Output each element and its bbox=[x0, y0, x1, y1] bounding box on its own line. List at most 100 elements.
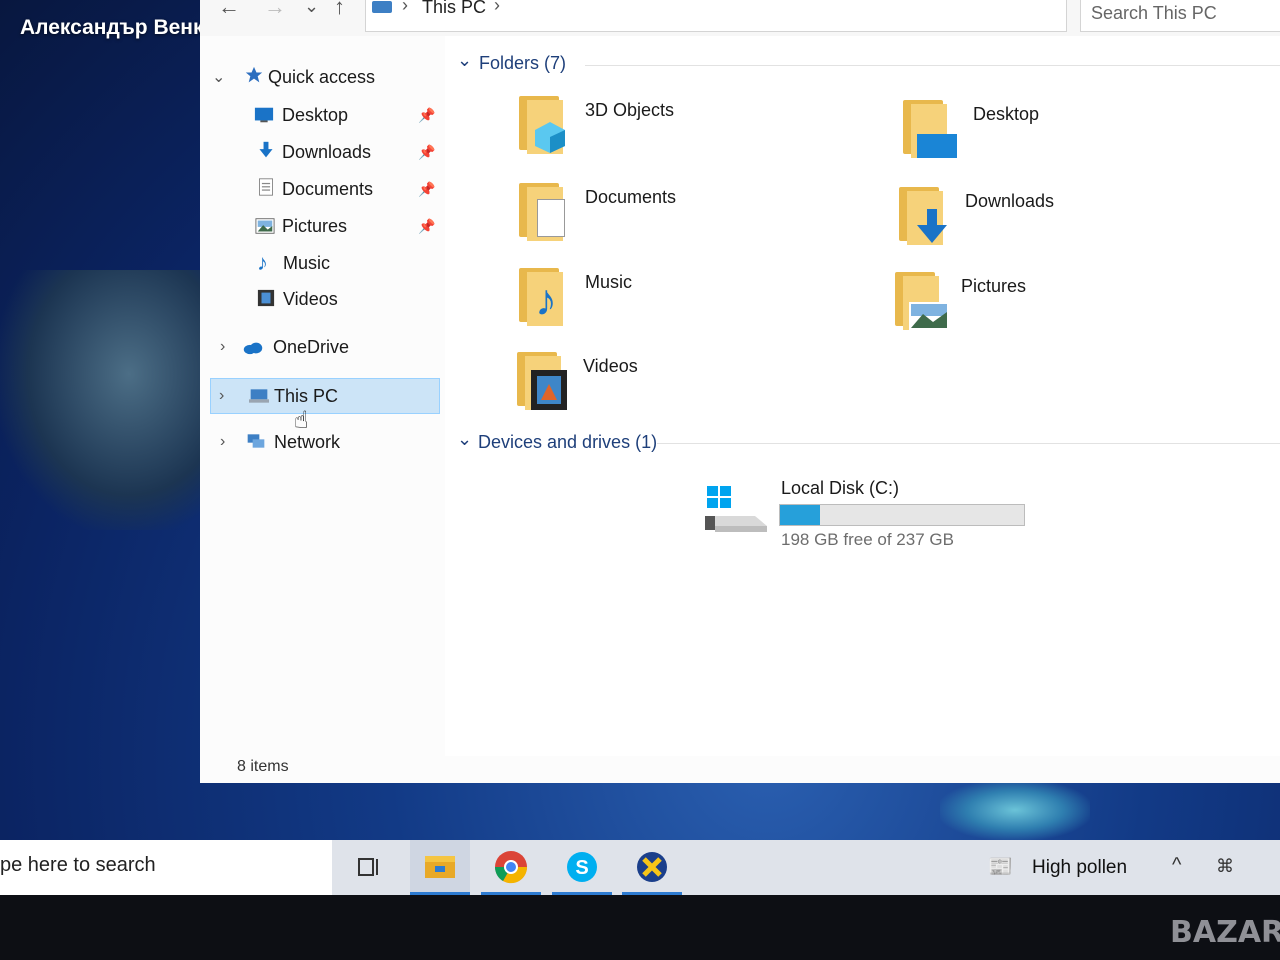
folder-label: Pictures bbox=[961, 276, 1027, 296]
file-explorer-window: ← → ⌄ ↑ › This PC › ⌄ ↻ Search This PC ⌄… bbox=[200, 0, 1280, 783]
folder-label: 3D Objects bbox=[585, 100, 675, 120]
breadcrumb-separator[interactable]: › bbox=[494, 0, 500, 16]
taskbar-search-box[interactable]: pe here to search bbox=[0, 840, 332, 895]
film-icon bbox=[257, 289, 275, 307]
this-pc-icon bbox=[372, 1, 392, 13]
chevron-right-icon[interactable]: › bbox=[220, 338, 225, 356]
search-placeholder: Search This PC bbox=[1091, 3, 1217, 23]
chevron-down-icon[interactable]: ⌄ bbox=[212, 67, 225, 87]
desktop-folder-icon bbox=[903, 100, 957, 158]
address-toolbar: ← → ⌄ ↑ › This PC › ⌄ ↻ Search This PC bbox=[200, 0, 1280, 37]
sidebar-item-onedrive[interactable]: › OneDrive bbox=[200, 330, 445, 364]
downloads-folder-icon bbox=[899, 187, 947, 245]
hard-drive-icon bbox=[705, 486, 767, 532]
section-divider bbox=[585, 65, 1280, 66]
svg-text:S: S bbox=[575, 857, 588, 879]
sidebar-item-label: Music bbox=[283, 252, 331, 273]
picture-icon bbox=[255, 218, 275, 234]
videos-folder-icon bbox=[517, 352, 567, 410]
sidebar-item-desktop[interactable]: Desktop 📌 bbox=[200, 98, 445, 132]
user-name-overlay: Александър Венков bbox=[20, 16, 229, 39]
breadcrumb-this-pc[interactable]: This PC bbox=[422, 0, 486, 18]
computer-icon bbox=[249, 389, 269, 403]
pin-icon: 📌 bbox=[418, 217, 436, 234]
network-icon bbox=[247, 434, 265, 448]
recent-locations-button[interactable]: ⌄ bbox=[304, 0, 319, 17]
drive-free-space: 198 GB free of 237 GB bbox=[781, 530, 954, 549]
devices-section-header[interactable]: Devices and drives (1) bbox=[478, 432, 657, 453]
sidebar-item-label: Desktop bbox=[282, 104, 349, 125]
folder-label: Documents bbox=[585, 187, 677, 207]
sidebar-item-label: Quick access bbox=[268, 66, 376, 87]
news-icon[interactable]: 📰 bbox=[988, 854, 1013, 879]
xming-taskbar-button[interactable] bbox=[622, 840, 682, 895]
sidebar-item-quick-access[interactable]: ⌄ Quick access bbox=[200, 60, 445, 94]
chrome-icon bbox=[494, 851, 528, 884]
folder-label: Desktop bbox=[973, 104, 1040, 124]
task-view-icon bbox=[358, 858, 378, 876]
up-button[interactable]: ↑ bbox=[334, 0, 345, 20]
sidebar-item-documents[interactable]: Documents 📌 bbox=[200, 172, 445, 206]
sidebar-item-label: Downloads bbox=[282, 141, 372, 162]
pin-icon: 📌 bbox=[418, 180, 436, 197]
item-count: 8 items bbox=[237, 758, 289, 775]
xming-icon bbox=[637, 852, 667, 882]
content-pane: ⌄ Folders (7) 3D Objects Desktop Documen… bbox=[445, 36, 1280, 756]
search-input[interactable]: Search This PC bbox=[1080, 0, 1280, 32]
chevron-down-icon[interactable]: ⌄ bbox=[457, 429, 472, 450]
star-icon bbox=[245, 66, 263, 83]
task-view-button[interactable] bbox=[338, 840, 398, 895]
sidebar-item-network[interactable]: › Network bbox=[200, 425, 445, 459]
pictures-folder-icon bbox=[895, 272, 949, 330]
wallpaper-reef bbox=[940, 780, 1090, 840]
address-bar[interactable]: › This PC › ⌄ ↻ bbox=[365, 0, 1231, 32]
file-explorer-taskbar-button[interactable] bbox=[410, 840, 470, 895]
file-explorer-icon bbox=[425, 856, 455, 878]
documents-folder-icon bbox=[519, 183, 565, 241]
pin-icon: 📌 bbox=[418, 106, 436, 123]
hand-cursor-icon: ☝ bbox=[294, 407, 309, 434]
sidebar-item-label: OneDrive bbox=[273, 336, 350, 357]
drive-usage-bar bbox=[779, 504, 1025, 526]
chrome-taskbar-button[interactable] bbox=[481, 840, 541, 895]
meet-now-icon[interactable]: ⌘ bbox=[1216, 856, 1234, 877]
navigation-pane: ⌄ Quick access Desktop 📌 Downloads 📌 Doc… bbox=[200, 36, 445, 783]
chevron-right-icon[interactable]: › bbox=[219, 387, 224, 405]
sidebar-item-label: Videos bbox=[283, 288, 338, 309]
folder-label: Music bbox=[585, 272, 633, 292]
folder-label: Videos bbox=[583, 356, 638, 376]
sidebar-item-label: This PC bbox=[274, 385, 339, 406]
drive-label: Local Disk (C:) bbox=[781, 478, 900, 498]
download-arrow-icon bbox=[259, 141, 273, 158]
cloud-icon bbox=[243, 342, 263, 355]
chevron-right-icon[interactable]: › bbox=[220, 433, 225, 451]
taskbar-search-text: pe here to search bbox=[0, 854, 156, 876]
document-icon bbox=[259, 178, 273, 196]
sidebar-item-label: Pictures bbox=[282, 215, 348, 236]
skype-icon: S bbox=[567, 852, 597, 882]
sidebar-item-label: Documents bbox=[282, 178, 374, 199]
music-note-icon: ♪ bbox=[257, 250, 268, 275]
sidebar-item-videos[interactable]: Videos bbox=[200, 282, 445, 316]
watermark-logo: BAZAR bbox=[1170, 915, 1280, 950]
wallpaper-rock bbox=[0, 270, 215, 530]
music-folder-icon: ♪ bbox=[519, 268, 563, 326]
forward-button[interactable]: → bbox=[264, 0, 286, 20]
status-bar: 8 items bbox=[215, 756, 1280, 783]
breadcrumb-separator[interactable]: › bbox=[402, 0, 408, 16]
weather-widget[interactable]: High pollen bbox=[1032, 857, 1127, 879]
skype-taskbar-button[interactable]: S bbox=[552, 840, 612, 895]
sidebar-item-downloads[interactable]: Downloads 📌 bbox=[200, 135, 445, 169]
taskbar: pe here to search S 📰 High pollen ^ ⌘ bbox=[0, 840, 1280, 895]
back-button[interactable]: ← bbox=[218, 0, 240, 20]
monitor-bezel: BAZAR bbox=[0, 895, 1280, 960]
pin-icon: 📌 bbox=[418, 143, 436, 160]
3d-objects-folder-icon bbox=[519, 96, 565, 154]
chevron-down-icon[interactable]: ⌄ bbox=[457, 50, 472, 71]
sidebar-item-pictures[interactable]: Pictures 📌 bbox=[200, 209, 445, 243]
chevron-up-icon[interactable]: ^ bbox=[1172, 854, 1181, 877]
sidebar-item-this-pc[interactable]: › This PC bbox=[210, 378, 440, 414]
section-divider bbox=[657, 443, 1280, 444]
sidebar-item-music[interactable]: ♪ Music bbox=[200, 246, 445, 280]
folders-section-header[interactable]: Folders (7) bbox=[479, 53, 566, 74]
